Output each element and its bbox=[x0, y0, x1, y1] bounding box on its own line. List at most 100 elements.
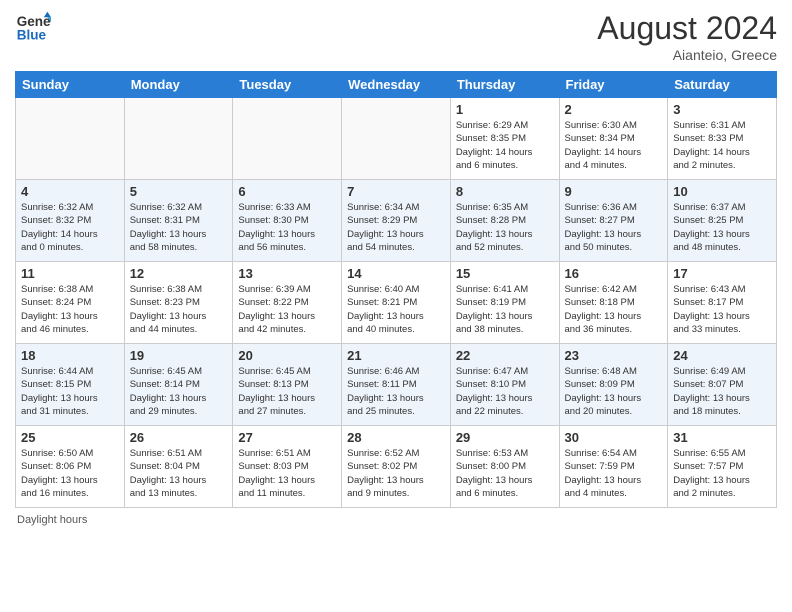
footer: Daylight hours bbox=[15, 514, 777, 526]
table-row: 16 Sunrise: 6:42 AM Sunset: 8:18 PM Dayli… bbox=[559, 262, 668, 344]
table-row: 19 Sunrise: 6:45 AM Sunset: 8:14 PM Dayli… bbox=[124, 344, 233, 426]
table-row: 7Sunrise: 6:34 AM Sunset: 8:29 PM Daylig… bbox=[342, 180, 451, 262]
day-info: Sunrise: 6:41 AM Sunset: 8:19 PM Dayligh… bbox=[456, 283, 554, 336]
table-row: 11 Sunrise: 6:38 AM Sunset: 8:24 PM Dayli… bbox=[16, 262, 125, 344]
header: General Blue August 2024 Aianteio, Greec… bbox=[15, 10, 777, 63]
day-number: 22 bbox=[456, 348, 554, 363]
table-row: 31 Sunrise: 6:55 AM Sunset: 7:57 PM Dayli… bbox=[668, 426, 777, 508]
table-row bbox=[342, 98, 451, 180]
day-info: Sunrise: 6:38 AM Sunset: 8:24 PM Dayligh… bbox=[21, 283, 119, 336]
svg-text:Blue: Blue bbox=[17, 28, 47, 43]
day-info: Sunrise: 6:54 AM Sunset: 7:59 PM Dayligh… bbox=[565, 447, 663, 500]
day-info: Sunrise: 6:32 AM Sunset: 8:32 PM Dayligh… bbox=[21, 201, 119, 254]
calendar-week-row: 11 Sunrise: 6:38 AM Sunset: 8:24 PM Dayli… bbox=[16, 262, 777, 344]
day-info: Sunrise: 6:36 AM Sunset: 8:27 PM Dayligh… bbox=[565, 201, 663, 254]
day-number: 19 bbox=[130, 348, 228, 363]
table-row: 21 Sunrise: 6:46 AM Sunset: 8:11 PM Dayli… bbox=[342, 344, 451, 426]
day-number: 11 bbox=[21, 266, 119, 281]
day-number: 4 bbox=[21, 184, 119, 199]
table-row: 9Sunrise: 6:36 AM Sunset: 8:27 PM Daylig… bbox=[559, 180, 668, 262]
day-info: Sunrise: 6:37 AM Sunset: 8:25 PM Dayligh… bbox=[673, 201, 771, 254]
day-number: 17 bbox=[673, 266, 771, 281]
day-info: Sunrise: 6:29 AM Sunset: 8:35 PM Dayligh… bbox=[456, 119, 554, 172]
table-row: 4 Sunrise: 6:32 AM Sunset: 8:32 PM Daylig… bbox=[16, 180, 125, 262]
header-saturday: Saturday bbox=[668, 72, 777, 98]
day-info: Sunrise: 6:52 AM Sunset: 8:02 PM Dayligh… bbox=[347, 447, 445, 500]
calendar-week-row: 25 Sunrise: 6:50 AM Sunset: 8:06 PM Dayli… bbox=[16, 426, 777, 508]
day-info: Sunrise: 6:53 AM Sunset: 8:00 PM Dayligh… bbox=[456, 447, 554, 500]
calendar-table: Sunday Monday Tuesday Wednesday Thursday… bbox=[15, 71, 777, 508]
header-thursday: Thursday bbox=[450, 72, 559, 98]
logo: General Blue bbox=[15, 10, 51, 46]
table-row: 13 Sunrise: 6:39 AM Sunset: 8:22 PM Dayli… bbox=[233, 262, 342, 344]
day-number: 13 bbox=[238, 266, 336, 281]
header-sunday: Sunday bbox=[16, 72, 125, 98]
day-number: 23 bbox=[565, 348, 663, 363]
location-subtitle: Aianteio, Greece bbox=[597, 47, 777, 63]
day-info: Sunrise: 6:45 AM Sunset: 8:13 PM Dayligh… bbox=[238, 365, 336, 418]
day-number: 21 bbox=[347, 348, 445, 363]
table-row: 14Sunrise: 6:40 AM Sunset: 8:21 PM Dayli… bbox=[342, 262, 451, 344]
header-tuesday: Tuesday bbox=[233, 72, 342, 98]
title-area: August 2024 Aianteio, Greece bbox=[597, 10, 777, 63]
day-info: Sunrise: 6:51 AM Sunset: 8:04 PM Dayligh… bbox=[130, 447, 228, 500]
day-info: Sunrise: 6:50 AM Sunset: 8:06 PM Dayligh… bbox=[21, 447, 119, 500]
day-info: Sunrise: 6:43 AM Sunset: 8:17 PM Dayligh… bbox=[673, 283, 771, 336]
day-number: 29 bbox=[456, 430, 554, 445]
day-number: 25 bbox=[21, 430, 119, 445]
day-info: Sunrise: 6:47 AM Sunset: 8:10 PM Dayligh… bbox=[456, 365, 554, 418]
day-number: 2 bbox=[565, 102, 663, 117]
day-number: 31 bbox=[673, 430, 771, 445]
table-row: 10Sunrise: 6:37 AM Sunset: 8:25 PM Dayli… bbox=[668, 180, 777, 262]
table-row: 1 Sunrise: 6:29 AM Sunset: 8:35 PM Daylig… bbox=[450, 98, 559, 180]
table-row bbox=[124, 98, 233, 180]
table-row bbox=[16, 98, 125, 180]
day-number: 6 bbox=[238, 184, 336, 199]
day-info: Sunrise: 6:39 AM Sunset: 8:22 PM Dayligh… bbox=[238, 283, 336, 336]
day-info: Sunrise: 6:45 AM Sunset: 8:14 PM Dayligh… bbox=[130, 365, 228, 418]
calendar-page: General Blue August 2024 Aianteio, Greec… bbox=[0, 0, 792, 612]
day-number: 28 bbox=[347, 430, 445, 445]
table-row: 5 Sunrise: 6:32 AM Sunset: 8:31 PM Daylig… bbox=[124, 180, 233, 262]
calendar-week-row: 1 Sunrise: 6:29 AM Sunset: 8:35 PM Daylig… bbox=[16, 98, 777, 180]
calendar-week-row: 18Sunrise: 6:44 AM Sunset: 8:15 PM Dayli… bbox=[16, 344, 777, 426]
month-year-title: August 2024 bbox=[597, 10, 777, 47]
table-row: 28 Sunrise: 6:52 AM Sunset: 8:02 PM Dayli… bbox=[342, 426, 451, 508]
header-wednesday: Wednesday bbox=[342, 72, 451, 98]
day-info: Sunrise: 6:40 AM Sunset: 8:21 PM Dayligh… bbox=[347, 283, 445, 336]
day-number: 20 bbox=[238, 348, 336, 363]
table-row: 26 Sunrise: 6:51 AM Sunset: 8:04 PM Dayli… bbox=[124, 426, 233, 508]
table-row: 6Sunrise: 6:33 AM Sunset: 8:30 PM Daylig… bbox=[233, 180, 342, 262]
table-row: 18Sunrise: 6:44 AM Sunset: 8:15 PM Dayli… bbox=[16, 344, 125, 426]
day-number: 26 bbox=[130, 430, 228, 445]
table-row: 25 Sunrise: 6:50 AM Sunset: 8:06 PM Dayli… bbox=[16, 426, 125, 508]
table-row: 27Sunrise: 6:51 AM Sunset: 8:03 PM Dayli… bbox=[233, 426, 342, 508]
table-row: 17 Sunrise: 6:43 AM Sunset: 8:17 PM Dayli… bbox=[668, 262, 777, 344]
day-number: 27 bbox=[238, 430, 336, 445]
day-info: Sunrise: 6:46 AM Sunset: 8:11 PM Dayligh… bbox=[347, 365, 445, 418]
day-info: Sunrise: 6:49 AM Sunset: 8:07 PM Dayligh… bbox=[673, 365, 771, 418]
day-info: Sunrise: 6:35 AM Sunset: 8:28 PM Dayligh… bbox=[456, 201, 554, 254]
day-number: 1 bbox=[456, 102, 554, 117]
table-row: 20 Sunrise: 6:45 AM Sunset: 8:13 PM Dayli… bbox=[233, 344, 342, 426]
table-row bbox=[233, 98, 342, 180]
day-number: 8 bbox=[456, 184, 554, 199]
table-row: 12Sunrise: 6:38 AM Sunset: 8:23 PM Dayli… bbox=[124, 262, 233, 344]
day-info: Sunrise: 6:32 AM Sunset: 8:31 PM Dayligh… bbox=[130, 201, 228, 254]
day-number: 24 bbox=[673, 348, 771, 363]
weekday-header-row: Sunday Monday Tuesday Wednesday Thursday… bbox=[16, 72, 777, 98]
day-number: 16 bbox=[565, 266, 663, 281]
day-info: Sunrise: 6:42 AM Sunset: 8:18 PM Dayligh… bbox=[565, 283, 663, 336]
day-info: Sunrise: 6:30 AM Sunset: 8:34 PM Dayligh… bbox=[565, 119, 663, 172]
day-info: Sunrise: 6:38 AM Sunset: 8:23 PM Dayligh… bbox=[130, 283, 228, 336]
table-row: 3Sunrise: 6:31 AM Sunset: 8:33 PM Daylig… bbox=[668, 98, 777, 180]
daylight-hours-label: Daylight hours bbox=[17, 514, 87, 526]
day-info: Sunrise: 6:55 AM Sunset: 7:57 PM Dayligh… bbox=[673, 447, 771, 500]
table-row: 2 Sunrise: 6:30 AM Sunset: 8:34 PM Daylig… bbox=[559, 98, 668, 180]
table-row: 15 Sunrise: 6:41 AM Sunset: 8:19 PM Dayli… bbox=[450, 262, 559, 344]
day-number: 30 bbox=[565, 430, 663, 445]
day-number: 3 bbox=[673, 102, 771, 117]
table-row: 23Sunrise: 6:48 AM Sunset: 8:09 PM Dayli… bbox=[559, 344, 668, 426]
day-number: 15 bbox=[456, 266, 554, 281]
day-number: 5 bbox=[130, 184, 228, 199]
